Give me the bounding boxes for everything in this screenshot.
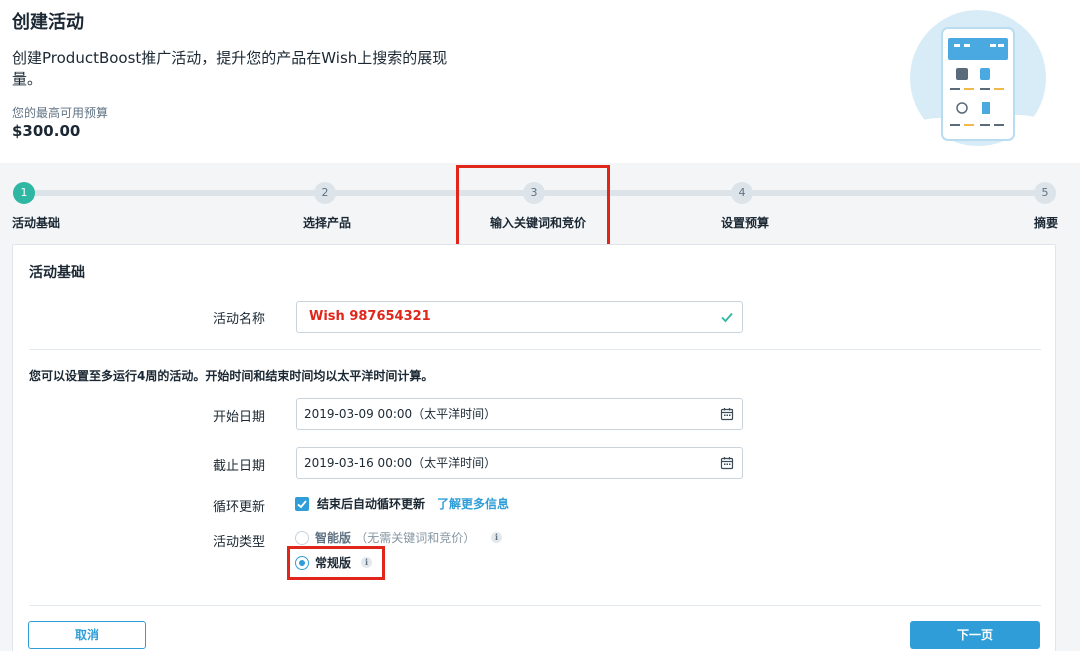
start-date-label: 开始日期: [213, 410, 266, 425]
divider: [29, 605, 1041, 606]
step-3-highlight-box: [456, 165, 610, 247]
step-5-circle[interactable]: 5: [1034, 182, 1056, 204]
step-5-label: 摘要: [1034, 216, 1059, 230]
renew-label: 循环更新: [213, 500, 266, 515]
duration-notice: 您可以设置至多运行4周的活动。开始时间和结束时间均以太平洋时间计算。: [29, 369, 434, 383]
page-header: 创建活动 创建ProductBoost推广活动，提升您的产品在Wish上搜索的展…: [0, 0, 1080, 163]
cancel-button[interactable]: 取消: [28, 621, 146, 649]
smart-version-label: 智能版 （无需关键词和竞价）: [315, 529, 475, 546]
auto-renew-checkbox[interactable]: [295, 497, 309, 511]
valid-check-icon: [721, 312, 733, 323]
step-1-label: 活动基础: [12, 216, 61, 230]
campaign-name-label: 活动名称: [213, 312, 266, 327]
step-1-circle[interactable]: 1: [13, 182, 35, 204]
auto-renew-label: 结束后自动循环更新: [317, 497, 426, 511]
section-title: 活动基础: [29, 265, 85, 281]
calendar-icon[interactable]: [720, 407, 734, 421]
campaign-type-label: 活动类型: [213, 535, 266, 550]
step-4-circle[interactable]: 4: [731, 182, 753, 204]
budget-label: 您的最高可用预算: [12, 106, 109, 120]
campaign-basics-card: 活动基础 活动名称 Wish 987654321 您可以设置至多运行4周的活动。…: [12, 244, 1056, 651]
info-icon[interactable]: i: [491, 532, 502, 543]
divider: [29, 349, 1041, 350]
page-subtitle: 创建ProductBoost推广活动，提升您的产品在Wish上搜索的展现量。: [12, 49, 448, 88]
campaign-name-value: Wish 987654321: [309, 309, 431, 324]
step-4-label: 设置预算: [721, 216, 770, 230]
start-date-value: 2019-03-09 00:00（太平洋时间）: [304, 407, 497, 421]
calendar-icon[interactable]: [720, 456, 734, 470]
learn-more-link[interactable]: 了解更多信息: [437, 495, 509, 512]
budget-value: $300.00: [12, 122, 81, 140]
standard-option-highlight-box: [287, 546, 385, 580]
checkmark-icon: [297, 500, 307, 509]
end-date-label: 截止日期: [213, 459, 266, 474]
smart-version-radio[interactable]: [295, 531, 309, 545]
campaign-name-input[interactable]: Wish 987654321: [296, 301, 743, 333]
phone-illustration-icon: [910, 10, 1048, 146]
smart-version-name: 智能版: [315, 531, 352, 545]
step-2-circle[interactable]: 2: [314, 182, 336, 204]
smart-version-desc: （无需关键词和竞价）: [355, 531, 476, 545]
end-date-value: 2019-03-16 00:00（太平洋时间）: [304, 456, 497, 470]
start-date-input[interactable]: 2019-03-09 00:00（太平洋时间）: [296, 398, 743, 430]
step-2-label: 选择产品: [303, 216, 352, 230]
page-title: 创建活动: [12, 12, 84, 33]
next-page-button[interactable]: 下一页: [910, 621, 1040, 649]
end-date-input[interactable]: 2019-03-16 00:00（太平洋时间）: [296, 447, 743, 479]
